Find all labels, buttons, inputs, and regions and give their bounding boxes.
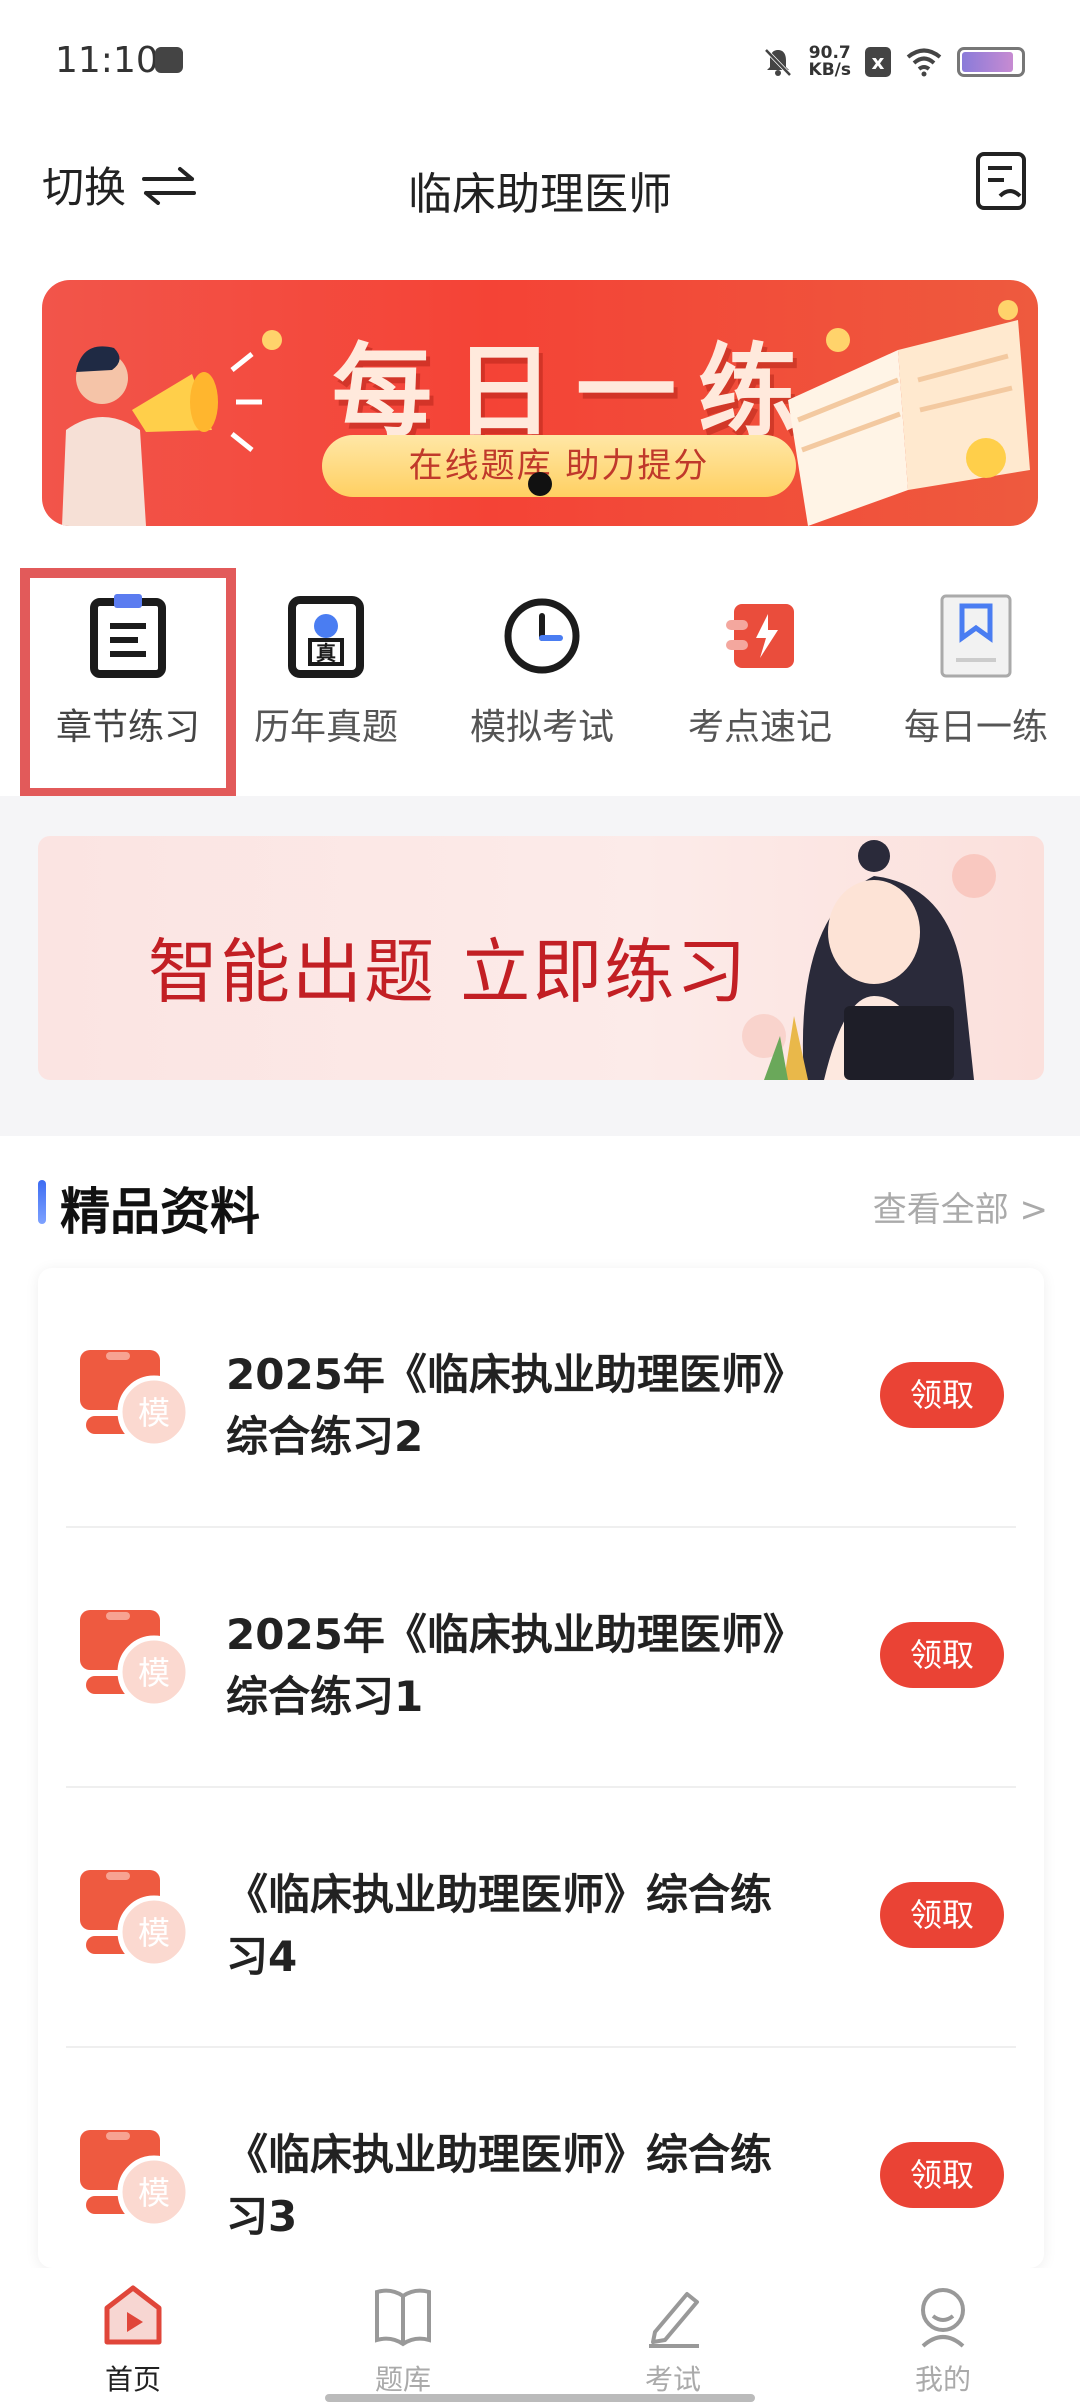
banner-subtitle-pill: 在线题库 助力提分 [322,435,796,497]
status-bar: 11:10 90.7 KB/s x [0,0,1080,120]
section-accent-bar [38,1180,46,1224]
past-exam-icon: 真 [288,596,364,678]
open-book-illustration [788,300,1030,526]
mock-exam-icon: 模 [80,1610,191,1709]
flash-note-icon [726,604,794,668]
tab-label: 题库 [374,2363,431,2396]
claim-button[interactable]: 领取 [880,1882,1004,1948]
nav-daily-practice[interactable]: 每日一练 [868,568,1080,798]
section-title: 精品资料 [60,1183,260,1241]
nav-chapter-practice[interactable]: 章节练习 [20,568,236,798]
item-icon-char: 模 [138,2174,170,2212]
battery-icon [957,47,1025,77]
home-indicator[interactable] [325,2394,755,2402]
page-title: 临床助理医师 [408,169,672,220]
nav-label: 考点速记 [687,707,832,748]
item-icon-char: 模 [138,1654,170,1692]
network-speed-unit: KB/s [808,60,851,80]
tab-label: 首页 [104,2363,161,2396]
nav-mock-exam[interactable]: 模拟考试 [434,568,650,798]
nav-past-exams[interactable]: 真 历年真题 [218,568,434,798]
girl-laptop-illustration [742,840,996,1080]
app-header: 切换 临床助理医师 [0,130,1080,240]
tab-question-bank[interactable]: 题库 [303,2284,503,2404]
list-item[interactable]: 模 2025年《临床执业助理医师》综合练习1 领取 [38,1528,1044,1788]
materials-list: 模 2025年《临床执业助理医师》综合练习2 领取 模 2025年《临床执业助理… [38,1268,1044,2268]
quick-nav: 章节练习 真 历年真题 模拟考试 考点速记 每日一练 [0,568,1080,798]
item-icon-char: 模 [138,1914,170,1952]
list-item[interactable]: 模 《临床执业助理医师》综合练习4 领取 [38,1788,1044,2048]
tab-home[interactable]: 首页 [33,2284,233,2404]
view-all-link[interactable]: 查看全部 > [873,1182,1048,1231]
tab-label: 我的 [914,2363,971,2396]
chapter-doc-icon [90,594,166,678]
message-notification-icon [155,47,183,73]
nav-label: 历年真题 [253,707,398,748]
mock-exam-icon: 模 [80,1350,191,1449]
status-time: 11:10 [55,40,159,81]
network-speed: 90.7 KB/s [809,45,851,79]
claim-button[interactable]: 领取 [880,1622,1004,1688]
item-icon-char: 模 [138,1394,170,1432]
nav-label: 模拟考试 [469,707,614,748]
item-title: 《临床执业助理医师》综合练习3 [226,2130,773,2241]
svg-text:真: 真 [316,641,336,665]
claim-button[interactable]: 领取 [880,1362,1004,1428]
tab-label: 考试 [644,2363,701,2396]
banner-title: 每日一练 [332,333,820,450]
nav-key-points[interactable]: 考点速记 [652,568,868,798]
mock-exam-icon: 模 [80,2130,191,2229]
list-item[interactable]: 模 2025年《临床执业助理医师》综合练习2 领取 [38,1268,1044,1528]
home-play-icon [104,2285,162,2345]
book-icon [375,2288,431,2347]
item-title: 《临床执业助理医师》综合练习4 [226,1870,773,1981]
item-title: 2025年《临床执业助理医师》综合练习2 [226,1350,784,1461]
carousel-indicator-dot [528,472,552,496]
megaphone-person-illustration [62,330,282,526]
status-icons: 90.7 KB/s x [761,40,1025,84]
clock-icon [504,598,580,674]
wifi-icon [906,48,942,77]
tab-profile[interactable]: 我的 [843,2284,1043,2404]
claim-button[interactable]: 领取 [880,2142,1004,2208]
notes-list-icon[interactable] [974,150,1032,212]
promo-text: 智能出题 立即练习 [148,931,749,1013]
nav-label: 每日一练 [903,707,1048,748]
no-sim-icon: x [865,47,891,77]
profile-icon [921,2288,965,2348]
bookmark-book-icon [940,594,1012,678]
bottom-tab-bar: 首页 题库 考试 我的 [0,2268,1080,2408]
premium-materials-header: 精品资料 查看全部 > [0,1160,1080,1250]
smart-practice-banner[interactable]: 智能出题 立即练习 [38,836,1044,1080]
mock-exam-icon: 模 [80,1870,191,1969]
nav-label: 章节练习 [55,707,200,748]
item-title: 2025年《临床执业助理医师》综合练习1 [226,1610,784,1721]
tab-exam[interactable]: 考试 [573,2284,773,2404]
mute-bell-icon [764,48,791,77]
pencil-icon [649,2292,699,2348]
